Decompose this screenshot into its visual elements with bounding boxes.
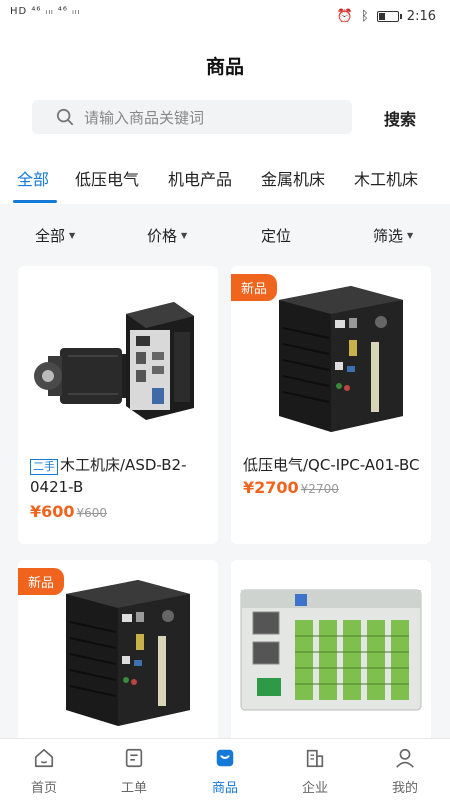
price: ¥2700: [243, 478, 299, 497]
tab-electromechanical[interactable]: 机电产品: [168, 166, 232, 190]
search-input[interactable]: [82, 100, 346, 136]
nav-label: 我的: [391, 781, 418, 796]
filter-label: 筛选: [373, 227, 404, 245]
filter-all[interactable]: 全部 ▼: [35, 225, 75, 246]
product-title: 低压电气/QC-IPC-A01-BC: [243, 456, 420, 474]
caret-down-icon: ▼: [69, 231, 76, 240]
nav-work-order[interactable]: 工单: [104, 747, 164, 796]
enterprise-icon: [306, 749, 324, 768]
nav-label: 商品: [211, 781, 238, 796]
alarm-icon: ⏰: [336, 9, 353, 24]
search-button[interactable]: 搜索: [384, 106, 416, 130]
tab-all[interactable]: 全部: [17, 166, 49, 190]
status-right: ⏰ ᛒ 2:16: [337, 9, 436, 24]
filter-bar: 全部 ▼ 价格 ▼ 定位 筛选 ▼: [0, 205, 450, 255]
nav-label: 首页: [30, 781, 57, 796]
bottom-nav: 首页 工单 商品 企业 我的: [0, 738, 450, 801]
filter-label: 定位: [261, 227, 292, 245]
nav-label: 工单: [120, 781, 147, 796]
nav-home[interactable]: 首页: [14, 747, 74, 796]
product-image: [231, 560, 431, 738]
product-icon: [216, 749, 234, 767]
filter-label: 价格: [147, 227, 178, 245]
new-badge: 新品: [231, 274, 278, 301]
filter-price[interactable]: 价格 ▼: [147, 225, 187, 246]
nav-products[interactable]: 商品: [195, 747, 255, 796]
nav-enterprise[interactable]: 企业: [285, 747, 345, 796]
caret-down-icon: ▼: [407, 231, 414, 240]
product-name: 低压电气/QC-IPC-A01-BC: [243, 454, 423, 476]
nav-profile[interactable]: 我的: [375, 747, 435, 796]
header: 商品: [0, 34, 450, 90]
filter-location[interactable]: 定位: [261, 225, 291, 246]
product-name: 二手 木工机床/ASD-B2-0421-B: [30, 454, 210, 498]
product-grid: 二手 木工机床/ASD-B2-0421-B ¥600 ¥600 新品 低压电气/…: [0, 258, 450, 738]
category-tabs: 全部 低压电气 机电产品 金属机床 木工机床: [0, 148, 450, 204]
search-box[interactable]: [32, 100, 352, 136]
filter-screen[interactable]: 筛选 ▼: [373, 225, 413, 246]
new-badge: 新品: [18, 568, 65, 595]
tab-woodwork-machine[interactable]: 木工机床: [354, 166, 418, 190]
original-price: ¥2700: [300, 482, 339, 496]
clock: 2:16: [406, 9, 436, 24]
status-bar: HD ⁴⁶ ᵢₗₗ ⁴⁶ ᵢₗₗ ⏰ ᛒ 2:16: [0, 0, 450, 34]
caret-down-icon: ▼: [181, 231, 188, 240]
price: ¥600: [30, 502, 75, 521]
battery-icon: [376, 11, 402, 22]
home-icon: [34, 748, 54, 768]
tab-low-voltage[interactable]: 低压电气: [75, 166, 139, 190]
search-icon: [56, 108, 74, 126]
filter-label: 全部: [35, 227, 66, 245]
price-row: ¥2700 ¥2700: [243, 478, 339, 497]
nav-label: 企业: [301, 781, 328, 796]
original-price: ¥600: [76, 506, 108, 520]
product-card[interactable]: 新品 低压电气/QC-IPC-A01-BC ¥2700 ¥2700: [231, 266, 431, 544]
product-image: [18, 266, 218, 446]
tab-metal-machine[interactable]: 金属机床: [261, 166, 325, 190]
product-card[interactable]: [231, 560, 431, 738]
search-row: 搜索: [0, 90, 450, 148]
bluetooth-icon: ᛒ: [360, 9, 369, 24]
price-row: ¥600 ¥600: [30, 502, 107, 521]
used-tag: 二手: [30, 459, 58, 475]
work-order-icon: [125, 748, 143, 768]
profile-icon: [396, 748, 414, 768]
signal-indicators: HD ⁴⁶ ᵢₗₗ ⁴⁶ ᵢₗₗ: [10, 6, 81, 17]
page-title: 商品: [205, 56, 244, 78]
product-card[interactable]: 二手 木工机床/ASD-B2-0421-B ¥600 ¥600: [18, 266, 218, 544]
product-card[interactable]: 新品: [18, 560, 218, 738]
active-tab-indicator: [13, 200, 57, 203]
